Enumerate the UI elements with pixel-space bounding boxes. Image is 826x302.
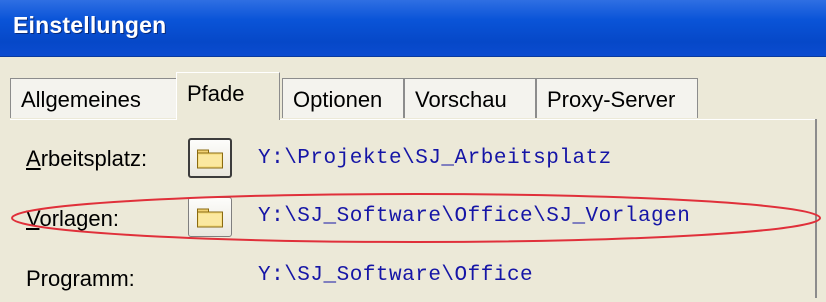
label-rest: rbeitsplatz: xyxy=(40,146,148,171)
tab-label: Optionen xyxy=(293,87,383,112)
tab-vorschau[interactable]: Vorschau xyxy=(404,78,536,118)
tab-label: Pfade xyxy=(187,81,245,106)
highlight-ellipse xyxy=(11,193,821,243)
arbeitsplatz-path: Y:\Projekte\SJ_Arbeitsplatz xyxy=(258,147,612,170)
window-title: Einstellungen xyxy=(13,12,167,38)
tab-proxy-server[interactable]: Proxy-Server xyxy=(536,78,698,118)
tab-label: Vorschau xyxy=(415,87,507,112)
folder-icon xyxy=(197,149,223,169)
tab-label: Proxy-Server xyxy=(547,87,676,112)
path-row-arbeitsplatz: Arbeitsplatz: Y:\Projekte\SJ_Arbeitsplat… xyxy=(0,134,826,184)
path-row-programm: Programm: Y:\SJ_Software\Office xyxy=(0,252,826,302)
mnemonic: A xyxy=(26,146,41,171)
arbeitsplatz-browse-button[interactable] xyxy=(188,138,232,178)
tab-label: Allgemeines xyxy=(21,87,141,112)
tab-allgemeines[interactable]: Allgemeines xyxy=(10,78,178,118)
programm-label: Programm: xyxy=(26,266,135,291)
arbeitsplatz-label: Arbeitsplatz: xyxy=(26,146,147,172)
tab-page-border xyxy=(10,119,816,120)
programm-path: Y:\SJ_Software\Office xyxy=(258,264,534,287)
tab-pfade[interactable]: Pfade xyxy=(176,72,280,120)
window-titlebar: Einstellungen xyxy=(0,0,826,57)
tab-optionen[interactable]: Optionen xyxy=(282,78,404,118)
